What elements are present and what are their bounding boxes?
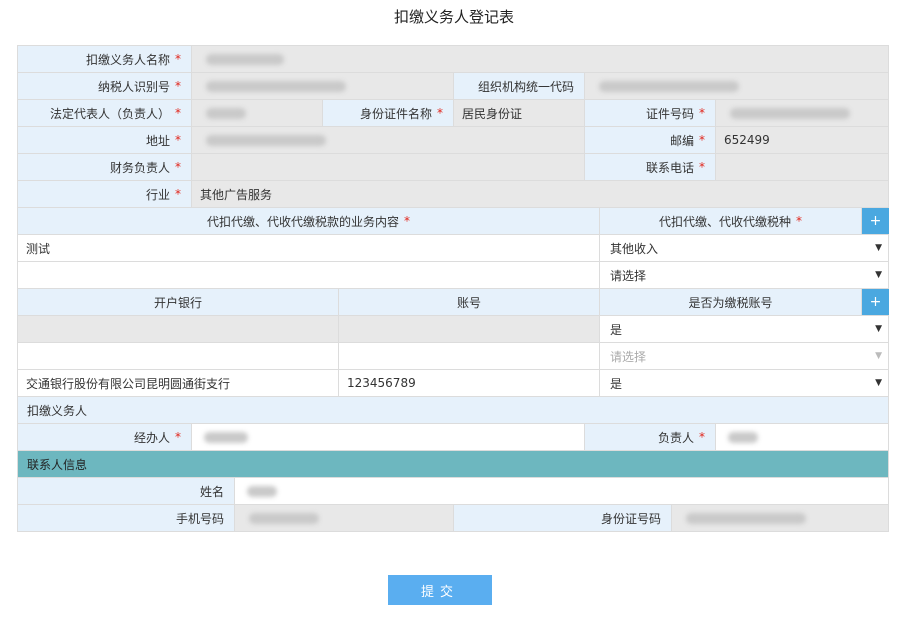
bank-input[interactable]	[17, 343, 339, 369]
phone-field[interactable]	[716, 154, 889, 180]
caret-down-icon: ▼	[875, 324, 882, 334]
label-id-number: 身份证号码	[454, 505, 672, 531]
label-finance-person: 财务负责人 *	[17, 154, 192, 180]
industry-field[interactable]: 其他广告服务	[192, 181, 889, 207]
label-agent-name: 扣缴义务人名称 *	[17, 46, 192, 72]
is-tax-account-select[interactable]: 是 ▼	[600, 370, 889, 396]
redacted-value	[206, 134, 326, 146]
mobile-field[interactable]	[235, 505, 454, 531]
handler-input[interactable]	[192, 424, 585, 450]
registration-form: 扣缴义务人名称 * 纳税人识别号 * 组织机构统一代码 法定代表人（负责人） * 身份…	[17, 45, 889, 532]
label-org-code: 组织机构统一代码	[454, 73, 585, 99]
plus-icon: +	[862, 289, 889, 315]
bank-input[interactable]: 交通银行股份有限公司昆明圆通街支行	[17, 370, 339, 396]
taxpayer-id-field[interactable]	[192, 73, 454, 99]
org-code-field[interactable]	[585, 73, 889, 99]
redacted-value	[206, 53, 284, 65]
section-contact-info: 联系人信息	[17, 451, 889, 478]
caret-down-icon: ▼	[875, 378, 882, 388]
redacted-value	[206, 107, 246, 119]
row-taxpayer-id: 纳税人识别号 * 组织机构统一代码	[17, 73, 889, 100]
biz-row-2: 请选择 ▼	[17, 262, 889, 289]
tax-type-select[interactable]: 请选择 ▼	[600, 262, 889, 288]
row-industry: 行业 * 其他广告服务	[17, 181, 889, 208]
agent-name-field[interactable]	[192, 46, 889, 72]
row-address: 地址 * 邮编 * 652499	[17, 127, 889, 154]
row-contact-mobile: 手机号码 身份证号码	[17, 505, 889, 532]
section-title: 联系人信息	[17, 451, 889, 477]
redacted-value	[686, 512, 806, 524]
redacted-value	[247, 485, 277, 497]
legal-rep-field[interactable]	[192, 100, 323, 126]
bank-row-3: 交通银行股份有限公司昆明圆通街支行 123456789 是 ▼	[17, 370, 889, 397]
caret-down-icon: ▼	[875, 270, 882, 280]
label-person-in-charge: 负责人 *	[585, 424, 716, 450]
biz-content-input[interactable]: 测试	[17, 235, 600, 261]
redacted-value	[728, 431, 758, 443]
plus-icon: +	[862, 208, 889, 234]
row-agent-name: 扣缴义务人名称 *	[17, 46, 889, 73]
label-taxpayer-id: 纳税人识别号 *	[17, 73, 192, 99]
header-tax-type: 代扣代缴、代收代缴税种 *	[600, 208, 862, 234]
redacted-value	[204, 431, 248, 443]
submit-button[interactable]: 提交	[388, 575, 492, 605]
is-tax-account-select[interactable]: 是 ▼	[600, 316, 889, 342]
label-postcode: 邮编 *	[585, 127, 716, 153]
redacted-value	[730, 107, 850, 119]
person-in-charge-input[interactable]	[716, 424, 889, 450]
header-bank: 开户银行	[17, 289, 339, 315]
row-bank-header: 开户银行 账号 是否为缴税账号 +	[17, 289, 889, 316]
section-title: 扣缴义务人	[17, 397, 889, 423]
label-handler: 经办人 *	[17, 424, 192, 450]
page-title: 扣缴义务人登记表	[393, 8, 514, 26]
section-withholding-agent: 扣缴义务人	[17, 397, 889, 424]
caret-down-icon: ▼	[875, 351, 882, 361]
account-input[interactable]	[339, 343, 600, 369]
is-tax-account-select[interactable]: 请选择 ▼	[600, 343, 889, 369]
biz-row-1: 测试 其他收入 ▼	[17, 235, 889, 262]
row-biz-header: 代扣代缴、代收代缴税款的业务内容 * 代扣代缴、代收代缴税种 * +	[17, 208, 889, 235]
header-account: 账号	[339, 289, 600, 315]
header-is-tax-account: 是否为缴税账号	[600, 289, 862, 315]
label-id-doc-name: 身份证件名称 *	[323, 100, 454, 126]
row-finance: 财务负责人 * 联系电话 *	[17, 154, 889, 181]
bank-field[interactable]	[17, 316, 339, 342]
add-bank-button[interactable]: +	[862, 289, 889, 315]
caret-down-icon: ▼	[875, 243, 882, 253]
label-doc-number: 证件号码 *	[585, 100, 716, 126]
row-legal-rep: 法定代表人（负责人） * 身份证件名称 * 居民身份证 证件号码 *	[17, 100, 889, 127]
bank-row-2: 请选择 ▼	[17, 343, 889, 370]
postcode-field[interactable]: 652499	[716, 127, 889, 153]
doc-number-field[interactable]	[716, 100, 889, 126]
redacted-value	[249, 512, 319, 524]
account-field[interactable]	[339, 316, 600, 342]
label-phone: 联系电话 *	[585, 154, 716, 180]
label-industry: 行业 *	[17, 181, 192, 207]
bank-row-1: 是 ▼	[17, 316, 889, 343]
add-tax-type-button[interactable]: +	[862, 208, 889, 234]
finance-person-field[interactable]	[192, 154, 585, 180]
label-address: 地址 *	[17, 127, 192, 153]
label-legal-rep: 法定代表人（负责人） *	[17, 100, 192, 126]
id-number-field[interactable]	[672, 505, 889, 531]
label-mobile: 手机号码	[17, 505, 235, 531]
redacted-value	[206, 80, 346, 92]
account-input[interactable]: 123456789	[339, 370, 600, 396]
biz-content-input[interactable]	[17, 262, 600, 288]
address-field[interactable]	[192, 127, 585, 153]
label-name: 姓名	[17, 478, 235, 504]
tax-type-select[interactable]: 其他收入 ▼	[600, 235, 889, 261]
redacted-value	[599, 80, 739, 92]
name-input[interactable]	[235, 478, 889, 504]
id-doc-name-field[interactable]: 居民身份证	[454, 100, 585, 126]
header-biz-content: 代扣代缴、代收代缴税款的业务内容 *	[17, 208, 600, 234]
row-handler: 经办人 * 负责人 *	[17, 424, 889, 451]
row-contact-name: 姓名	[17, 478, 889, 505]
